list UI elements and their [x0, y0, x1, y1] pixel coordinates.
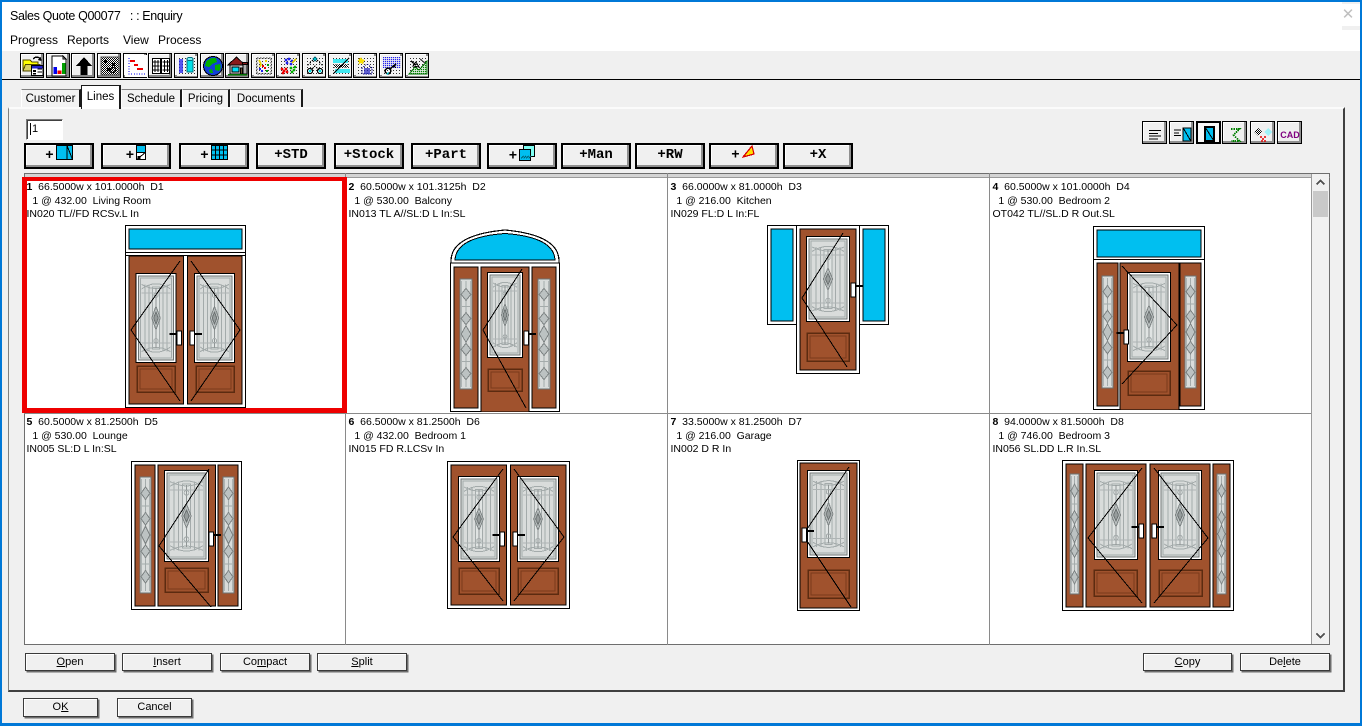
svg-text:CAD: CAD	[1280, 130, 1300, 140]
